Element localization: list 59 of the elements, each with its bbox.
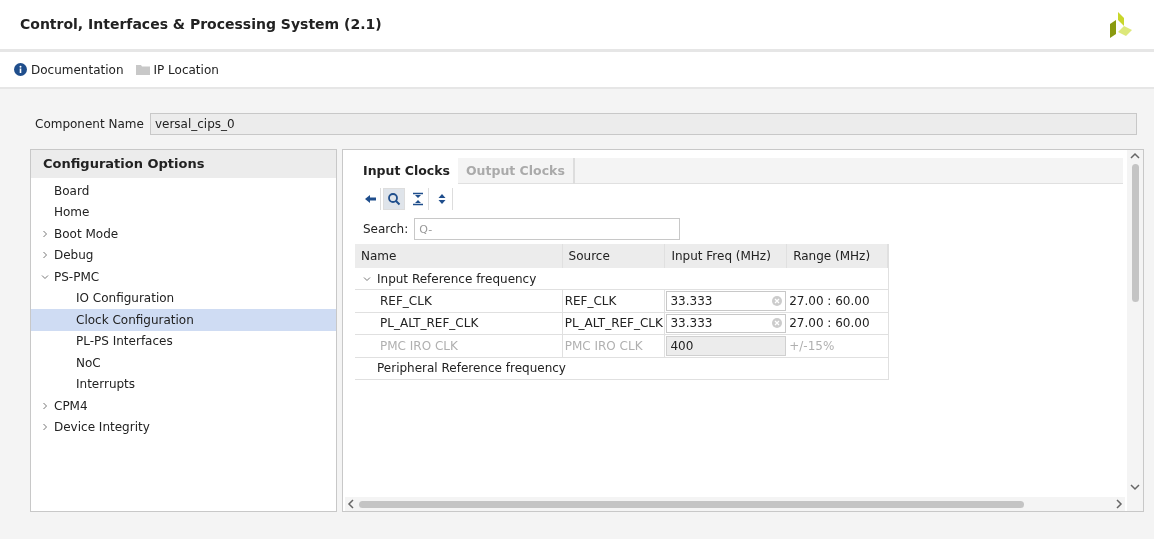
table-cell-text: 27.00 : 60.00 — [788, 315, 871, 333]
table-cell: REF_CLK — [562, 290, 666, 312]
search-label: Search: — [363, 221, 409, 238]
column-header[interactable]: Range (MHz) — [787, 244, 888, 268]
scroll-left-icon[interactable] — [347, 499, 355, 509]
collapse-caret-icon[interactable] — [363, 274, 371, 283]
vertical-scrollbar[interactable] — [1127, 150, 1143, 511]
tree-item[interactable]: Home — [31, 201, 336, 223]
table-cell: REF_CLK — [355, 290, 563, 312]
tree-item[interactable]: Debug — [31, 244, 336, 266]
tree-item[interactable]: PL-PS Interfaces — [31, 330, 336, 352]
scroll-up-icon[interactable] — [1130, 152, 1140, 160]
search-icon[interactable] — [383, 188, 405, 210]
link[interactable]: Documentation — [14, 60, 124, 79]
table-cell-text: 27.00 : 60.00 — [788, 292, 871, 310]
link[interactable]: IP Location — [135, 60, 219, 79]
tree-item[interactable]: Board — [31, 180, 336, 202]
group-row[interactable]: Input Reference frequency — [355, 268, 888, 290]
expand-caret-icon[interactable] — [41, 423, 49, 432]
clear-icon[interactable] — [772, 295, 783, 306]
horizontal-scrollbar[interactable] — [345, 497, 1125, 511]
tree-item[interactable]: NoC — [31, 352, 336, 374]
component-name-field[interactable]: versal_cips_0 — [149, 113, 1137, 135]
clear-icon[interactable] — [772, 318, 783, 329]
tree-item[interactable]: CPM4 — [31, 395, 336, 417]
window-title: Control, Interfaces & Processing System (2.1) — [20, 15, 382, 34]
group-row[interactable]: Peripheral Reference frequency — [355, 357, 888, 380]
table-cell-text: +/-15% — [788, 337, 836, 355]
expand-caret-icon[interactable] — [41, 229, 49, 238]
tree-item[interactable]: Boot Mode — [31, 223, 336, 245]
frequency-field[interactable]: 33.333 — [666, 313, 787, 333]
table-cell: PMC IRO CLK — [355, 335, 563, 357]
expand-caret-icon[interactable] — [41, 401, 49, 410]
logo-icon — [1108, 9, 1134, 40]
scroll-down-icon[interactable] — [1130, 483, 1140, 491]
column-header[interactable]: Input Freq (MHz) — [665, 244, 788, 268]
tree-item[interactable]: Interrupts — [31, 373, 336, 395]
scrollbar-thumb[interactable] — [1131, 164, 1139, 302]
column-header[interactable]: Name — [355, 244, 563, 268]
component-name-label: Component Name — [35, 116, 144, 133]
expand-caret-icon[interactable] — [41, 251, 49, 260]
scroll-right-icon[interactable] — [1115, 499, 1123, 509]
search-field[interactable]: Q- — [414, 218, 681, 240]
tree-item[interactable]: IO Configuration — [31, 287, 336, 309]
table-cell: PL_ALT_REF_CLK — [562, 312, 666, 334]
collapse-caret-icon[interactable] — [41, 272, 49, 281]
info-icon — [14, 63, 27, 76]
tree-item[interactable]: Clock Configuration — [31, 309, 336, 331]
tree-item[interactable]: PS-PMC — [31, 266, 336, 288]
table-cell: PMC IRO CLK — [562, 335, 666, 357]
sidebar-title: Configuration Options — [43, 155, 205, 174]
frequency-field: 400 — [666, 336, 787, 356]
table-cell: PL_ALT_REF_CLK — [355, 312, 563, 334]
folder-icon — [135, 64, 150, 75]
frequency-field[interactable]: 33.333 — [666, 291, 787, 311]
column-header[interactable]: Source — [562, 244, 666, 268]
tab[interactable]: Input Clocks — [355, 158, 458, 184]
tree-item[interactable]: Device Integrity — [31, 416, 336, 438]
scrollbar-thumb[interactable] — [359, 500, 1024, 508]
